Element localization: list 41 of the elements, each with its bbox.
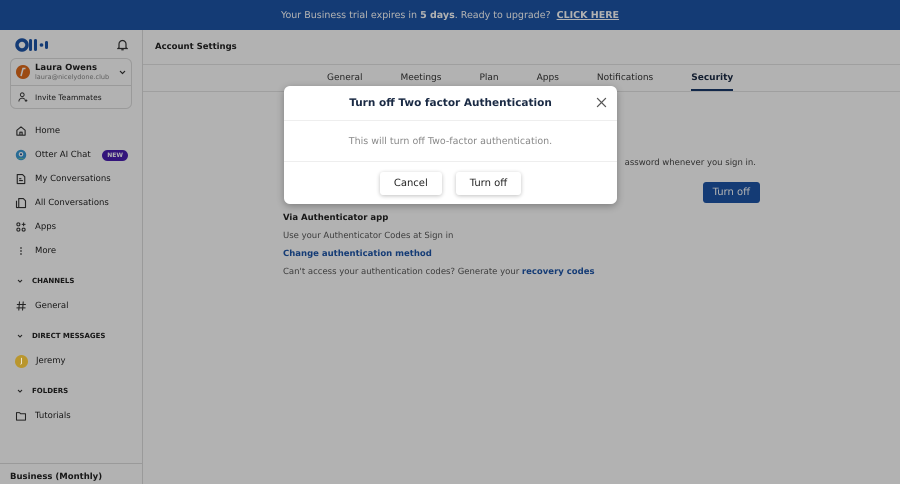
upgrade-link[interactable]: CLICK HERE [556,10,620,20]
nav-item[interactable]: All Conversations [0,191,142,215]
folder-icon [15,410,27,422]
nav-item[interactable]: Tutorials [0,404,142,428]
avatar-icon [16,65,30,79]
dialog-button[interactable]: Turn off [456,172,522,195]
chevron-down-icon[interactable] [17,334,23,338]
settings-tab[interactable]: Notifications [596,73,654,91]
dialog-message: This will turn off Two-factor authentication. [348,136,552,146]
nav-item[interactable]: Apps [0,215,142,239]
close-icon[interactable] [596,97,607,108]
document-icon [15,173,27,185]
chevron-down-icon[interactable] [119,70,126,74]
change-method-link[interactable]: Change authentication method [283,249,760,259]
notification-bell-icon[interactable] [117,39,128,51]
plan-name: Business (Monthly) [0,463,142,484]
chevron-down-icon[interactable] [17,389,23,393]
chevron-down-icon[interactable] [17,279,23,283]
nav-item[interactable]: My Conversations [0,167,142,191]
description-text: assword whenever you sign in. [624,158,756,168]
recovery-text: Can't access your authentication codes? Generate your recovery codes [283,267,596,277]
recovery-codes-link[interactable]: recovery codes [522,267,595,277]
turn-off-button[interactable]: Turn off [702,182,760,203]
dialog-button[interactable]: Cancel [380,172,442,195]
logo-icon [15,38,51,52]
dialog-title: Turn off Two factor Authentication [349,97,552,109]
method-description: Use your Authenticator Codes at Sign in [283,231,454,241]
method-title: Via Authenticator app [283,213,390,223]
nav-item[interactable]: Home [0,119,142,143]
page-title: Account Settings [143,30,900,65]
apps-icon [15,221,27,233]
user-name: Laura Owens [35,63,98,73]
trial-message: Your Business trial expires in 5 days. Ready to upgrade? [280,10,551,20]
documents-icon [15,197,27,209]
add-user-icon [17,91,29,103]
hash-icon [15,300,27,312]
nav-item[interactable]: General [0,294,142,318]
home-icon [15,125,27,137]
nav-item[interactable]: More [0,239,142,263]
bot-icon [15,149,27,161]
settings-tab[interactable]: Security [691,73,734,91]
